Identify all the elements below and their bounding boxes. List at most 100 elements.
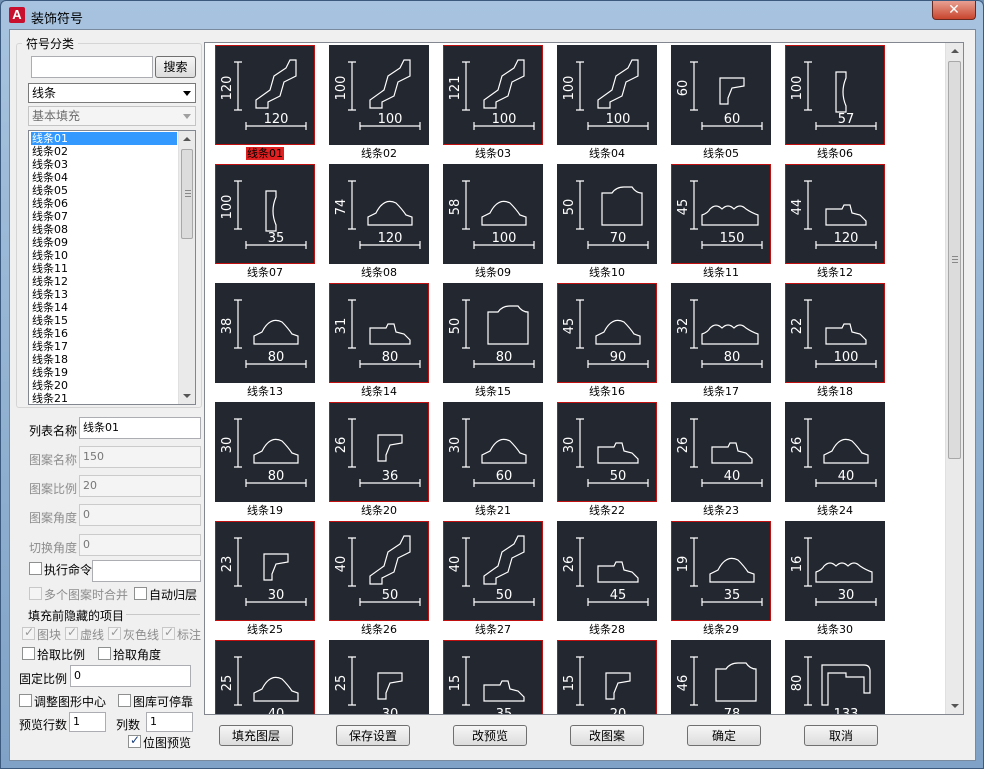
scroll-thumb[interactable]: [948, 61, 961, 459]
symbol-thumbnail[interactable]: 26 45: [557, 521, 657, 621]
symbol-tile[interactable]: 45 90 线条16: [557, 283, 657, 399]
list-item[interactable]: 线条03: [31, 158, 177, 171]
list-name-field[interactable]: 线条01: [79, 417, 201, 439]
scroll-up-icon[interactable]: [183, 137, 191, 141]
symbol-tile[interactable]: 44 120 线条12: [785, 164, 885, 280]
close-button[interactable]: ✕: [932, 1, 976, 20]
symbol-tile[interactable]: 50 80 线条15: [443, 283, 543, 399]
list-item[interactable]: 线条19: [31, 366, 177, 379]
symbol-thumbnail[interactable]: 121 100: [443, 45, 543, 145]
list-item[interactable]: 线条14: [31, 301, 177, 314]
symbol-tile[interactable]: 100 100 线条02: [329, 45, 429, 161]
scroll-thumb[interactable]: [181, 149, 193, 239]
fixed-scale-field[interactable]: 0: [70, 665, 191, 687]
symbol-tile[interactable]: 26 40 线条24: [785, 402, 885, 518]
symbol-thumbnail[interactable]: 23 30: [215, 521, 315, 621]
scroll-down-icon[interactable]: [951, 704, 959, 708]
symbol-thumbnail[interactable]: 44 120: [785, 164, 885, 264]
symbol-tile[interactable]: 50 70 线条10: [557, 164, 657, 280]
scroll-down-icon[interactable]: [183, 394, 191, 398]
symbol-tile[interactable]: 46 78: [671, 640, 771, 714]
lib-dock-checkbox[interactable]: [118, 694, 131, 707]
change-preview-button[interactable]: 改预览: [453, 725, 527, 746]
grid-scrollbar[interactable]: [945, 43, 963, 714]
exec-cmd-checkbox[interactable]: [29, 562, 42, 575]
symbol-thumbnail[interactable]: 15 20: [557, 640, 657, 714]
symbol-thumbnail[interactable]: 26 40: [785, 402, 885, 502]
symbol-thumbnail[interactable]: 80 133: [785, 640, 885, 714]
bitmap-preview-checkbox[interactable]: [128, 733, 141, 748]
list-item[interactable]: 线条12: [31, 275, 177, 288]
listbox-scrollbar[interactable]: [178, 131, 195, 404]
symbol-tile[interactable]: 19 35 线条29: [671, 521, 771, 637]
symbol-thumbnail[interactable]: 50 80: [443, 283, 543, 383]
symbol-tile[interactable]: 74 120 线条08: [329, 164, 429, 280]
symbol-thumbnail[interactable]: 25 30: [329, 640, 429, 714]
symbol-tile[interactable]: 100 35 线条07: [215, 164, 315, 280]
symbol-thumbnail[interactable]: 38 80: [215, 283, 315, 383]
symbol-thumbnail[interactable]: 58 100: [443, 164, 543, 264]
symbol-tile[interactable]: 26 45 线条28: [557, 521, 657, 637]
list-item[interactable]: 线条02: [31, 145, 177, 158]
symbol-tile[interactable]: 15 20: [557, 640, 657, 714]
cancel-button[interactable]: 取消: [804, 725, 878, 746]
list-item[interactable]: 线条07: [31, 210, 177, 223]
symbol-tile[interactable]: 120 120 线条01: [215, 45, 315, 161]
cols-field[interactable]: 1: [146, 712, 193, 732]
symbol-tile[interactable]: 16 30 线条30: [785, 521, 885, 637]
symbol-tile[interactable]: 26 40 线条23: [671, 402, 771, 518]
symbol-preview-grid[interactable]: 120 120 线条01 100 100 线条02 121 100 线条03 100 100 线条04…: [204, 42, 964, 715]
symbol-tile[interactable]: 31 80 线条14: [329, 283, 429, 399]
symbol-tile[interactable]: 100 100 线条04: [557, 45, 657, 161]
list-item[interactable]: 线条11: [31, 262, 177, 275]
symbol-thumbnail[interactable]: 45 90: [557, 283, 657, 383]
list-item[interactable]: 线条20: [31, 379, 177, 392]
fill-layer-button[interactable]: 填充图层: [219, 725, 293, 746]
symbol-tile[interactable]: 60 60 线条05: [671, 45, 771, 161]
adjust-center-checkbox[interactable]: [19, 694, 32, 707]
list-item[interactable]: 线条21: [31, 392, 177, 404]
list-item[interactable]: 线条01: [31, 132, 177, 145]
list-item[interactable]: 线条15: [31, 314, 177, 327]
auto-layer-checkbox[interactable]: [134, 587, 147, 600]
symbol-thumbnail[interactable]: 15 35: [443, 640, 543, 714]
symbol-thumbnail[interactable]: 26 40: [671, 402, 771, 502]
symbol-tile[interactable]: 58 100 线条09: [443, 164, 543, 280]
pick-scale-checkbox[interactable]: [22, 647, 35, 660]
symbol-thumbnail[interactable]: 60 60: [671, 45, 771, 145]
symbol-tile[interactable]: 30 80 线条19: [215, 402, 315, 518]
list-item[interactable]: 线条18: [31, 353, 177, 366]
symbol-thumbnail[interactable]: 30 80: [215, 402, 315, 502]
symbol-tile[interactable]: 80 133: [785, 640, 885, 714]
symbol-thumbnail[interactable]: 45 150: [671, 164, 771, 264]
list-item[interactable]: 线条08: [31, 223, 177, 236]
symbol-thumbnail[interactable]: 32 80: [671, 283, 771, 383]
symbol-tile[interactable]: 100 57 线条06: [785, 45, 885, 161]
list-item[interactable]: 线条04: [31, 171, 177, 184]
symbol-thumbnail[interactable]: 19 35: [671, 521, 771, 621]
symbol-tile[interactable]: 40 50 线条26: [329, 521, 429, 637]
symbol-tile[interactable]: 22 100 线条18: [785, 283, 885, 399]
symbol-thumbnail[interactable]: 30 50: [557, 402, 657, 502]
symbol-tile[interactable]: 25 40: [215, 640, 315, 714]
pick-angle-checkbox[interactable]: [98, 647, 111, 660]
symbol-thumbnail[interactable]: 40 50: [329, 521, 429, 621]
symbol-thumbnail[interactable]: 100 57: [785, 45, 885, 145]
list-item[interactable]: 线条06: [31, 197, 177, 210]
category-select[interactable]: 线条: [28, 83, 196, 103]
symbol-thumbnail[interactable]: 25 40: [215, 640, 315, 714]
list-item[interactable]: 线条09: [31, 236, 177, 249]
title-bar[interactable]: A 装饰符号 ✕: [1, 1, 983, 29]
symbol-tile[interactable]: 45 150 线条11: [671, 164, 771, 280]
symbol-tile[interactable]: 25 30: [329, 640, 429, 714]
symbol-tile[interactable]: 38 80 线条13: [215, 283, 315, 399]
scroll-up-icon[interactable]: [951, 49, 959, 53]
symbol-thumbnail[interactable]: 40 50: [443, 521, 543, 621]
symbol-thumbnail[interactable]: 120 120: [215, 45, 315, 145]
symbol-thumbnail[interactable]: 100 35: [215, 164, 315, 264]
symbol-listbox[interactable]: 线条01 线条02 线条03 线条04 线条05 线条06 线条07 线条08 线条09 线条10…: [28, 130, 196, 405]
list-item[interactable]: 线条16: [31, 327, 177, 340]
symbol-thumbnail[interactable]: 16 30: [785, 521, 885, 621]
preview-rows-field[interactable]: 1: [69, 712, 106, 732]
symbol-tile[interactable]: 26 36 线条20: [329, 402, 429, 518]
